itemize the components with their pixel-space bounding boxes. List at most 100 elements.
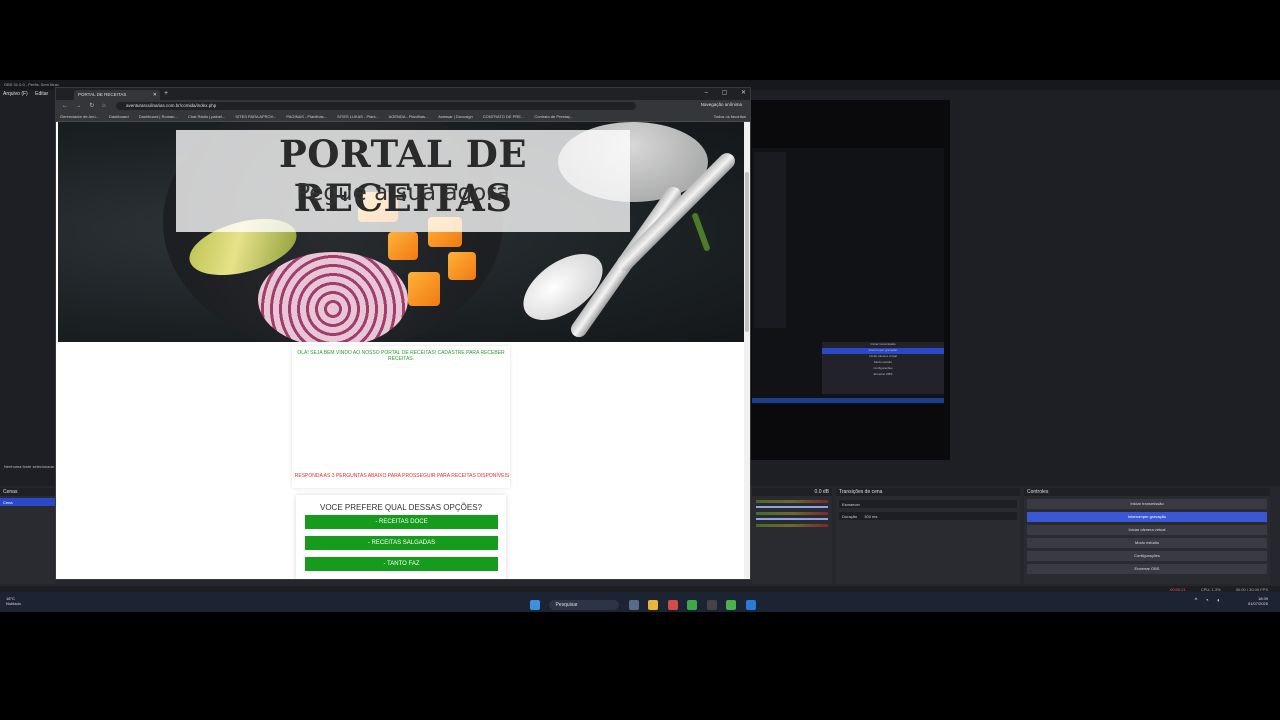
clock[interactable]: 18:39 01/07/2025 <box>1248 596 1268 606</box>
hero-subtitle: Pegue a sua agora <box>296 180 510 206</box>
tab-title: PORTAL DE RECEITAS <box>78 92 127 97</box>
start-virtual-camera-button[interactable]: Iniciar câmera virtual <box>1027 525 1267 535</box>
clock-date: 01/07/2025 <box>1247 601 1268 606</box>
task-view-icon[interactable] <box>628 599 639 610</box>
bookmark[interactable]: Acessar | Docusign <box>438 114 472 119</box>
minimize-icon[interactable]: – <box>705 90 708 96</box>
controls-panel: Controles Iniciar transmissão Interrompe… <box>1024 488 1270 584</box>
obs-menu-file[interactable]: Arquivo (F) <box>3 91 28 97</box>
bookmark[interactable]: SITES PARA APROV... <box>235 114 276 119</box>
close-tab-icon[interactable]: ✕ <box>153 92 157 98</box>
bookmark[interactable]: CONTRATO DE PRE... <box>483 114 524 119</box>
maximize-icon[interactable]: ▢ <box>722 90 728 96</box>
squash-image <box>388 232 418 260</box>
app-icon[interactable] <box>667 599 678 610</box>
page-scrollbar[interactable] <box>744 122 750 579</box>
scene-item[interactable]: Cena <box>0 498 55 506</box>
mixer-db-1: 0.0 dB <box>752 488 832 496</box>
incognito-badge[interactable]: Navegação anônima <box>701 102 742 107</box>
url-field[interactable]: aventurasculinarias.com.br/comida/index.… <box>116 102 636 110</box>
address-bar-row: ← → ↻ ⌂ aventurasculinarias.com.br/comid… <box>56 100 750 112</box>
volume-slider[interactable] <box>756 518 828 520</box>
vscode-icon[interactable] <box>745 599 756 610</box>
tab-bar: PORTAL DE RECEITAS ✕ + – ▢ ✕ <box>56 88 750 100</box>
stop-recording-button[interactable]: Interromper gravação <box>1027 512 1267 522</box>
bookmark[interactable]: Chat Rádio | painel... <box>188 114 225 119</box>
bookmark[interactable]: PAGINAS - Planilhas... <box>286 114 327 119</box>
new-tab-icon[interactable]: + <box>164 90 168 97</box>
volume-icon[interactable]: ◖ <box>1216 598 1220 604</box>
welcome-message: OLÁ! SEJA BEM VINDO AO NOSSO PORTAL DE R… <box>297 350 505 362</box>
tray-chevron-icon[interactable]: ^ <box>1195 598 1198 604</box>
obs-preview-controls-mirror: Iniciar transmissão Interromper gravação… <box>822 342 944 394</box>
back-icon[interactable]: ← <box>62 103 68 109</box>
obs-preview-taskbar <box>752 398 944 403</box>
exit-button[interactable]: Encerrar OBS <box>1027 564 1267 574</box>
quiz-question: VOCE PREFERE QUAL DESSAS OPÇÕES? <box>320 503 482 512</box>
welcome-card <box>292 346 510 488</box>
studio-mode-button[interactable]: Modo estúdio <box>1027 538 1267 548</box>
duration-label: Duração <box>842 514 858 519</box>
bookmark[interactable]: Dashboard <box>109 114 129 119</box>
bookmark[interactable]: SITES LUKAS - Plani... <box>337 114 379 119</box>
option-savory-button[interactable]: - RECEITAS SALGADAS <box>305 536 498 550</box>
answer-prompt: RESPONDA AS 3 PERGUNTAS ABAIXO PARA PROS… <box>294 473 510 479</box>
reload-icon[interactable]: ↻ <box>89 103 94 109</box>
obs-icon[interactable] <box>706 599 717 610</box>
duration-field[interactable]: Duração 300 ms <box>839 512 1017 520</box>
start-stream-button[interactable]: Iniciar transmissão <box>1027 499 1267 509</box>
bookmark[interactable]: Contrato de Prestaç... <box>534 114 573 119</box>
taskbar: 18°C Nublado Pesquisar ^ ◔ ◖ 18:39 01/07… <box>0 592 1280 612</box>
obs-title: OBS 31.0.0 - Perfis: Sem título <box>4 82 59 87</box>
audio-meter <box>756 524 828 527</box>
nav-buttons: ← → ↻ ⌂ <box>62 102 112 109</box>
scrollbar-thumb[interactable] <box>745 172 749 332</box>
taskbar-search[interactable]: Pesquisar <box>549 599 620 610</box>
mini-item: Encerrar OBS <box>873 372 893 376</box>
home-icon[interactable]: ⌂ <box>102 103 106 109</box>
close-window-icon[interactable]: ✕ <box>741 90 746 96</box>
wifi-icon[interactable]: ◔ <box>1205 598 1209 604</box>
chrome-icon[interactable] <box>687 599 698 610</box>
scenes-panel: Cenas Cena <box>0 488 55 584</box>
weather-desc: Nublado <box>6 601 21 606</box>
duration-value: 300 ms <box>864 514 878 519</box>
onion-image <box>258 252 408 342</box>
start-icon[interactable] <box>530 599 540 610</box>
file-explorer-icon[interactable] <box>648 599 659 610</box>
rosemary-image <box>691 212 711 252</box>
transitions-header: Transições de cena <box>836 488 1020 496</box>
transitions-panel: Transições de cena Esmaecer Duração 300 … <box>836 488 1020 584</box>
obs-source-hint: Nenhuma fonte selecionada <box>4 464 54 469</box>
option-sweet-button[interactable]: - RECEITAS DOCE <box>305 515 498 529</box>
option-either-button[interactable]: - TANTO FAZ <box>305 557 498 571</box>
obs-left-info: Nenhuma fonte selecionada <box>4 464 54 476</box>
hero-banner: PORTAL DE RECEITAS Pegue a sua agora <box>58 122 746 342</box>
audio-meter <box>756 512 828 515</box>
bookmark[interactable]: AGENDA - Planilhas... <box>389 114 429 119</box>
browser-window: PORTAL DE RECEITAS ✕ + – ▢ ✕ ← → ↻ ⌂ ave… <box>55 87 751 580</box>
obs-preview-nested <box>754 152 786 328</box>
page-viewport: PORTAL DE RECEITAS Pegue a sua agora OLÁ… <box>56 122 746 579</box>
window-controls: – ▢ ✕ <box>693 89 746 96</box>
bookmark[interactable]: Dashboard | Roman... <box>139 114 178 119</box>
volume-slider[interactable] <box>756 506 828 508</box>
obs-menu-edit[interactable]: Editar <box>35 91 48 97</box>
weather-widget[interactable]: 18°C Nublado <box>6 596 21 606</box>
browser-tab[interactable]: PORTAL DE RECEITAS ✕ <box>74 90 160 100</box>
transition-select[interactable]: Esmaecer <box>839 500 1017 508</box>
audio-meter <box>756 500 828 503</box>
hero-title: PORTAL DE RECEITAS <box>278 132 528 220</box>
settings-button[interactable]: Configurações <box>1027 551 1267 561</box>
bookmark[interactable]: Gerenciador de Anú... <box>60 114 99 119</box>
all-bookmarks[interactable]: Todos os favoritos <box>714 114 746 119</box>
chrome-profile-icon[interactable] <box>726 599 737 610</box>
bookmarks-bar: Gerenciador de Anú... Dashboard Dashboar… <box>56 112 750 122</box>
controls-header: Controles <box>1024 488 1270 496</box>
taskbar-apps: Pesquisar <box>530 596 761 610</box>
system-tray: ^ ◔ ◖ <box>1189 598 1220 604</box>
obs-menu: Arquivo (F) Editar <box>0 90 60 98</box>
scenes-header: Cenas <box>0 488 55 496</box>
forward-icon[interactable]: → <box>76 103 82 109</box>
desktop: OBS 31.0.0 - Perfis: Sem título Arquivo … <box>0 80 1280 612</box>
